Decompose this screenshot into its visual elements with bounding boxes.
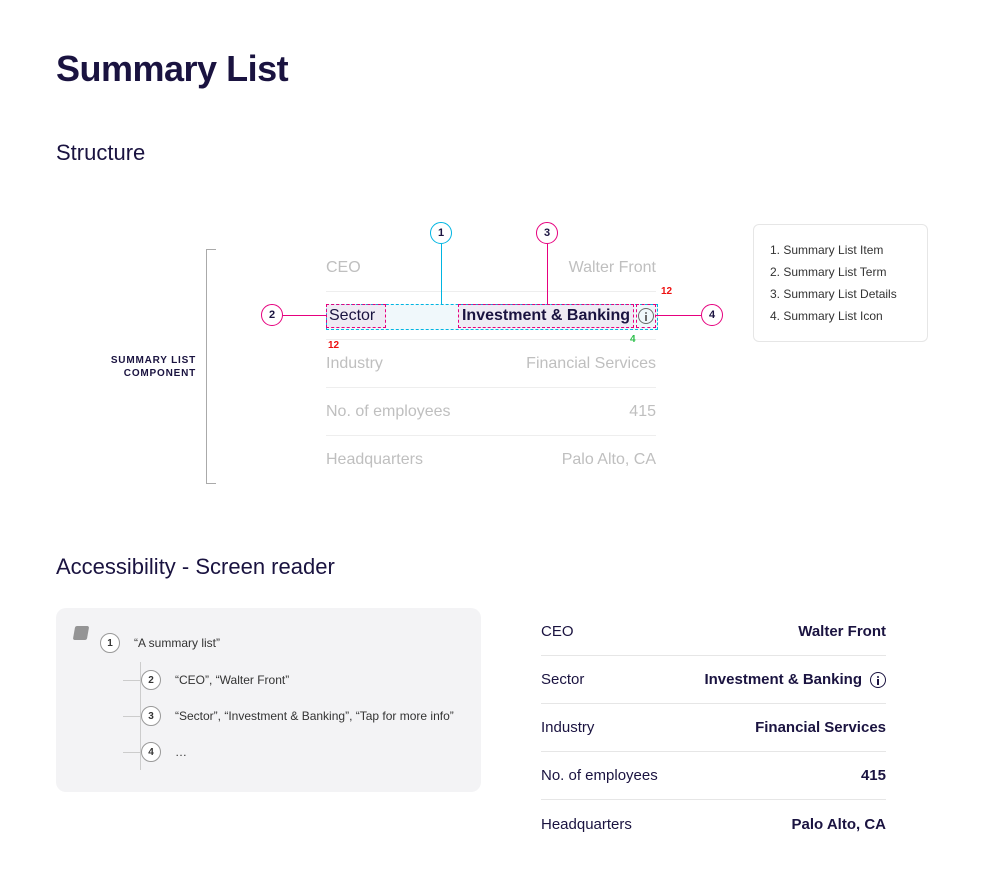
term: CEO: [541, 623, 574, 640]
tree-node-number: 1: [100, 633, 120, 653]
callout-3: 3: [536, 222, 558, 244]
callout-4: 4: [701, 304, 723, 326]
term: Headquarters: [326, 451, 423, 469]
tree-node-label: …: [175, 745, 187, 759]
screen-reader-tree: 1 “A summary list” 2 “CEO”, “Walter Fron…: [56, 608, 481, 792]
tree-node-number: 3: [141, 706, 161, 726]
tree-node: 4 …: [141, 734, 459, 770]
term: Sector: [541, 671, 584, 688]
page-title: Summary List: [56, 48, 928, 90]
a11y-heading: Accessibility - Screen reader: [56, 554, 928, 580]
list-item: Headquarters Palo Alto, CA: [541, 800, 886, 848]
legend-item: 2. Summary List Term: [770, 261, 911, 283]
summary-list-component: CEO Walter Front Sector Investment & Ban…: [541, 608, 886, 848]
structure-heading: Structure: [56, 140, 928, 166]
tree-node: 3 “Sector”, “Investment & Banking”, “Tap…: [141, 698, 459, 734]
legend-item: 1. Summary List Item: [770, 239, 911, 261]
list-item: Industry Financial Services: [541, 704, 886, 752]
list-item: CEO Walter Front: [326, 244, 656, 292]
detail: Walter Front: [569, 259, 656, 277]
speaker-icon: [73, 626, 89, 640]
structure-diagram: SUMMARY LIST COMPONENT CEO Walter Front …: [56, 194, 928, 494]
summary-list-term-callout: Sector: [326, 304, 386, 328]
tree-node-number: 4: [141, 742, 161, 762]
legend-card: 1. Summary List Item 2. Summary List Ter…: [753, 224, 928, 342]
detail: Walter Front: [798, 623, 886, 640]
detail: Investment & Banking: [704, 671, 886, 688]
tree-node: 1 “A summary list”: [100, 630, 459, 656]
callout-2-line: [283, 315, 326, 316]
legend-item: 4. Summary List Icon: [770, 305, 911, 327]
measurement-icon-gap: 4: [630, 334, 636, 345]
term: No. of employees: [326, 403, 451, 421]
info-icon: [638, 308, 654, 324]
tree-node-label: “Sector”, “Investment & Banking”, “Tap f…: [175, 709, 454, 723]
term: Industry: [326, 355, 383, 373]
bracket: [206, 249, 216, 484]
tree-node-number: 2: [141, 670, 161, 690]
callout-1: 1: [430, 222, 452, 244]
tree-node-label: “A summary list”: [134, 636, 220, 650]
dim-summary-list: CEO Walter Front Industry Financial Serv…: [326, 244, 656, 484]
legend-item: 3. Summary List Details: [770, 283, 911, 305]
list-item: CEO Walter Front: [541, 608, 886, 656]
tree-node-label: “CEO”, “Walter Front”: [175, 673, 289, 687]
measurement-bottom: 12: [328, 340, 339, 351]
callout-2: 2: [261, 304, 283, 326]
detail: Financial Services: [526, 355, 656, 373]
callout-1-line: [441, 244, 442, 304]
detail: Palo Alto, CA: [562, 451, 656, 469]
bracket-label: SUMMARY LIST COMPONENT: [81, 354, 196, 380]
list-item: Industry Financial Services: [326, 340, 656, 388]
detail: 415: [861, 767, 886, 784]
highlighted-row: Sector Investment & Banking: [326, 292, 656, 340]
detail: Palo Alto, CA: [792, 816, 886, 833]
list-item: Headquarters Palo Alto, CA: [326, 436, 656, 484]
measurement-top: 12: [661, 286, 672, 297]
detail: 415: [629, 403, 656, 421]
term: No. of employees: [541, 767, 658, 784]
list-item: Sector Investment & Banking: [541, 656, 886, 704]
summary-list-detail-callout: Investment & Banking: [458, 304, 634, 328]
callout-4-line: [656, 315, 701, 316]
detail: Financial Services: [755, 719, 886, 736]
info-icon[interactable]: [870, 672, 886, 688]
term: Headquarters: [541, 816, 632, 833]
list-item: No. of employees 415: [326, 388, 656, 436]
summary-list-icon-callout: [636, 304, 656, 328]
list-item: No. of employees 415: [541, 752, 886, 800]
term: CEO: [326, 259, 361, 277]
term: Industry: [541, 719, 594, 736]
tree-node: 2 “CEO”, “Walter Front”: [141, 662, 459, 698]
callout-3-line: [547, 244, 548, 304]
